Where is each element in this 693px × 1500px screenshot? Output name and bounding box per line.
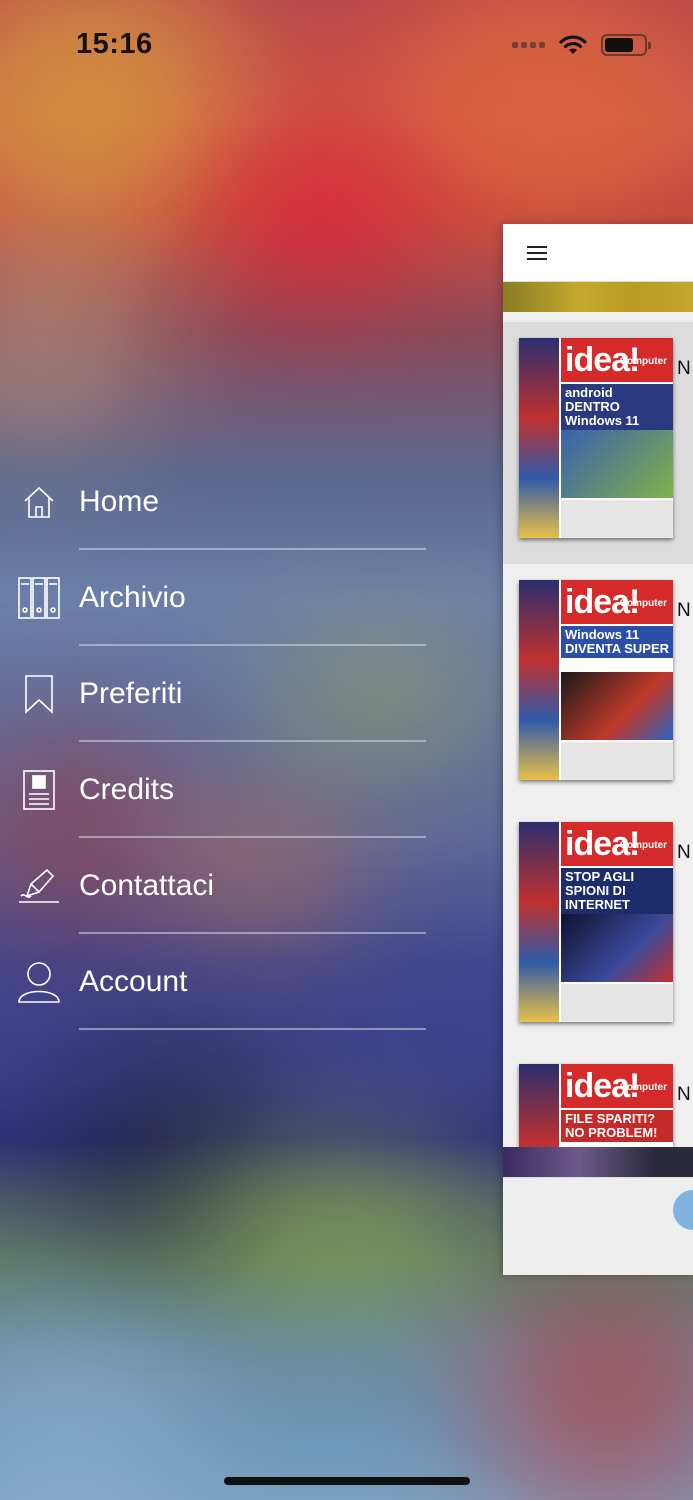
magazine-cover[interactable]: idea! Computer Windows 11 DIVENTA SUPER	[519, 580, 673, 780]
issue-title: N	[677, 600, 691, 621]
cover-masthead: idea! Computer	[561, 1064, 673, 1108]
cover-headline: STOP AGLI SPIONI DI INTERNET	[561, 868, 673, 914]
archive-icon	[17, 576, 61, 620]
menu-item-label: Contattaci	[79, 869, 215, 902]
issue-row[interactable]: idea! Computer android DENTRO Windows 11 …	[503, 322, 693, 564]
issue-list: idea! Computer android DENTRO Windows 11 …	[503, 312, 693, 1275]
issue-row[interactable]: idea! Computer STOP AGLI SPIONI DI INTERN…	[503, 806, 693, 1048]
bottom-bar	[503, 1177, 693, 1275]
issue-row[interactable]: idea! Computer Windows 11 DIVENTA SUPER N	[503, 564, 693, 806]
status-icons	[512, 34, 651, 56]
cellular-signal-icon	[512, 42, 545, 48]
divider	[79, 1028, 426, 1030]
cover-masthead: idea! Computer	[561, 338, 673, 382]
contact-icon	[17, 864, 61, 908]
action-button[interactable]	[673, 1190, 693, 1230]
cover-headline: FILE SPARITI? NO PROBLEM!	[561, 1110, 673, 1142]
menu-item-credits[interactable]: Credits	[0, 742, 430, 838]
cover-headline: Windows 11 DIVENTA SUPER	[561, 626, 673, 658]
menu-item-label: Archivio	[79, 581, 186, 614]
menu-item-preferiti[interactable]: Preferiti	[0, 646, 430, 742]
menu-item-account[interactable]: Account	[0, 934, 430, 1030]
home-indicator[interactable]	[224, 1477, 470, 1485]
account-icon	[17, 960, 61, 1004]
issue-title: N	[677, 842, 691, 863]
bottom-banner	[503, 1147, 693, 1177]
magazine-cover[interactable]: idea! Computer STOP AGLI SPIONI DI INTERN…	[519, 822, 673, 1022]
wifi-icon	[559, 34, 587, 56]
issue-title: N	[677, 358, 691, 379]
bookmark-icon	[17, 672, 61, 716]
credits-icon	[17, 768, 61, 812]
menu-item-label: Credits	[79, 773, 175, 806]
app-content-panel[interactable]: idea! Computer android DENTRO Windows 11 …	[503, 224, 693, 1275]
menu-item-label: Preferiti	[79, 677, 183, 710]
hamburger-menu-icon[interactable]	[527, 245, 547, 260]
menu-item-label: Account	[79, 965, 188, 998]
menu-item-archivio[interactable]: Archivio	[0, 550, 430, 646]
home-icon	[17, 480, 61, 524]
status-time: 15:16	[76, 28, 153, 60]
menu-item-home[interactable]: Home	[0, 454, 430, 550]
cover-masthead: idea! Computer	[561, 822, 673, 866]
battery-icon	[601, 34, 651, 56]
magazine-cover[interactable]: idea! Computer android DENTRO Windows 11	[519, 338, 673, 538]
issue-title: N	[677, 1084, 691, 1105]
cover-headline: android DENTRO Windows 11	[561, 384, 673, 430]
side-menu: Home Archivio Preferiti Credits Contatta…	[0, 454, 430, 1030]
cover-masthead: idea! Computer	[561, 580, 673, 624]
app-header	[503, 224, 693, 282]
banner-image	[503, 282, 693, 312]
menu-item-contattaci[interactable]: Contattaci	[0, 838, 430, 934]
menu-item-label: Home	[79, 485, 160, 518]
